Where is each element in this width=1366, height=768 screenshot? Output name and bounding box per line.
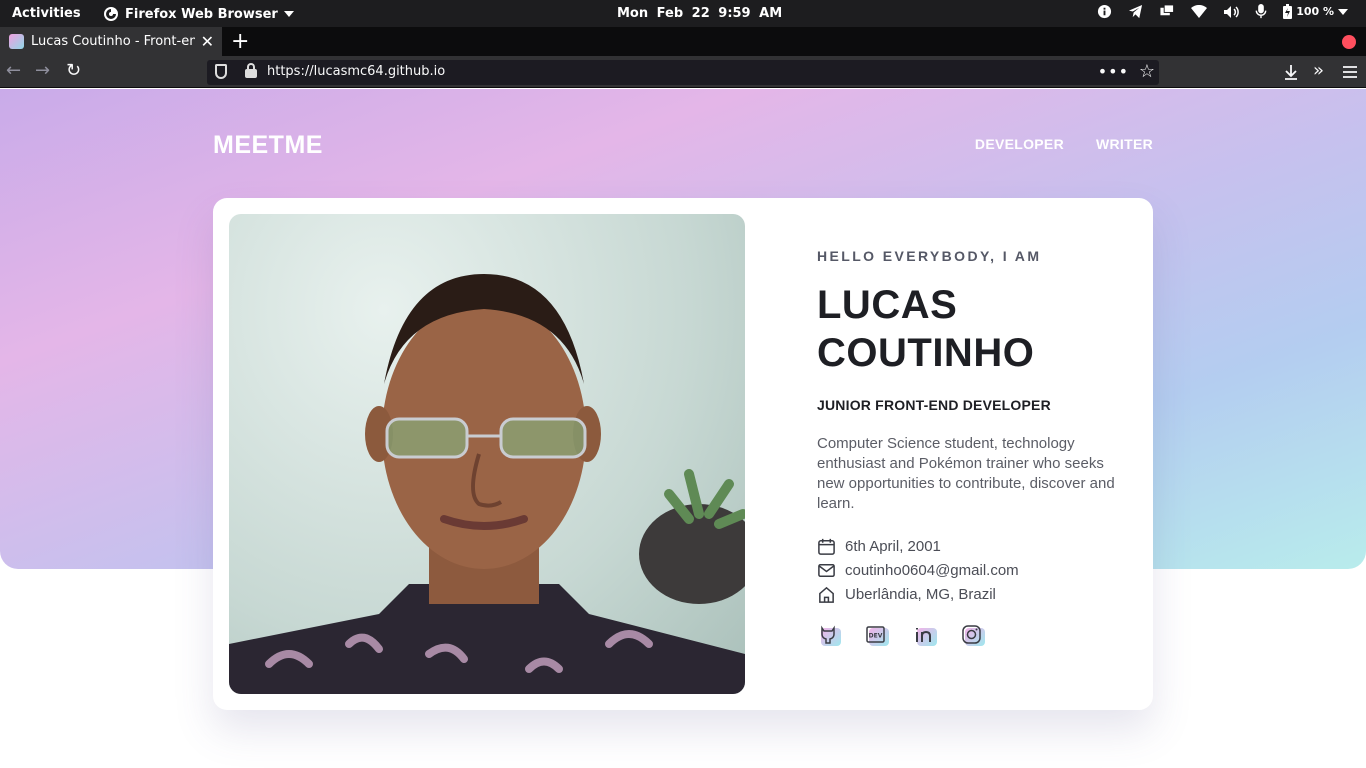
new-tab-button[interactable]: + [231,29,249,54]
birthday-text: 6th April, 2001 [845,537,941,555]
url-text[interactable]: https://lucasmc64.github.io [267,64,445,79]
download-icon[interactable] [1283,64,1299,80]
wifi-icon [1191,4,1208,18]
tracking-shield-icon[interactable] [215,64,227,79]
site-logo[interactable]: MEETME [213,131,323,160]
nav-developer[interactable]: DEVELOPER [975,136,1064,152]
nav-writer[interactable]: WRITER [1096,136,1153,152]
volume-icon [1224,5,1240,18]
browser-tab[interactable]: Lucas Coutinho - Front-end ✕ [0,27,222,56]
location-text: Uberlândia, MG, Brazil [845,585,996,603]
job-title: JUNIOR FRONT-END DEVELOPER [817,397,1051,413]
contact-details: 6th April, 2001 coutinho0604@gmail.com U… [817,534,1117,606]
battery-icon [1283,4,1293,19]
bio-text: Computer Science student, technology ent… [817,435,1115,512]
window-icon [1160,4,1175,16]
clock[interactable]: Mon Feb 22 9:59 AM [617,6,782,21]
hamburger-menu-icon[interactable] [1343,65,1357,79]
activities-button[interactable]: Activities [12,6,81,21]
battery-level: 100 % [1296,5,1334,18]
home-icon [819,586,834,603]
forward-arrow-icon[interactable]: → [35,61,50,81]
location-row: Uberlândia, MG, Brazil [817,582,1117,606]
web-page: MEETME DEVELOPER WRITER HELLO EVERYBODY,… [0,89,1366,768]
app-menu[interactable]: Firefox Web Browser [103,6,294,22]
dev-icon: DEV [866,626,885,643]
github-icon [821,625,835,644]
system-tray[interactable]: 100 % [1097,4,1348,19]
tab-title: Lucas Coutinho - Front-end [31,34,195,49]
back-arrow-icon[interactable]: ← [6,61,21,81]
instagram-link[interactable] [961,624,985,648]
greeting: HELLO EVERYBODY, I AM [817,248,1042,264]
calendar-icon [818,538,835,555]
info-icon [1098,4,1112,19]
linkedin-link[interactable] [913,624,937,648]
name-last: COUTINHO [817,331,1035,375]
chevron-down-icon [1338,8,1348,15]
mail-icon [818,563,835,577]
firefox-icon [104,7,118,21]
dev-link[interactable]: DEV [865,624,889,648]
site-nav: DEVELOPER WRITER [975,136,1153,152]
linkedin-icon [916,628,931,642]
lock-icon[interactable] [245,63,257,78]
email-row: coutinho0604@gmail.com [817,558,1117,582]
tab-bar: Lucas Coutinho - Front-end ✕ + [0,27,1366,56]
profile-card: HELLO EVERYBODY, I AM LUCAS COUTINHO JUN… [213,198,1153,710]
app-name: Firefox Web Browser [125,6,278,22]
page-title: LUCAS COUTINHO [817,281,1117,377]
address-bar[interactable]: https://lucasmc64.github.io ••• ☆ [207,60,1159,85]
overflow-menu-icon[interactable]: » [1313,61,1324,81]
microphone-icon [1255,4,1267,19]
page-actions-icon[interactable]: ••• [1098,62,1129,81]
chevron-down-icon [283,11,294,17]
birthday-row: 6th April, 2001 [817,534,1117,558]
profile-photo [229,214,745,694]
profile-info: HELLO EVERYBODY, I AM LUCAS COUTINHO JUN… [817,248,1117,648]
telegram-icon [1129,4,1143,19]
github-link[interactable] [817,624,841,648]
name-first: LUCAS [817,283,958,327]
favicon-icon [9,34,24,49]
bookmark-star-icon[interactable]: ☆ [1139,61,1155,82]
system-top-bar: Activities Firefox Web Browser Mon Feb 2… [0,0,1366,27]
reload-icon[interactable]: ↻ [66,61,81,81]
navigation-toolbar: ← → ↻ https://lucasmc64.github.io ••• ☆ … [0,56,1366,88]
close-tab-icon[interactable]: ✕ [201,32,214,51]
close-window-button[interactable] [1342,35,1356,49]
svg-text:DEV: DEV [869,633,883,640]
email-link[interactable]: coutinho0604@gmail.com [845,562,1019,579]
social-links: DEV [817,624,1117,648]
instagram-icon [962,625,981,644]
portrait-illustration [229,274,745,694]
